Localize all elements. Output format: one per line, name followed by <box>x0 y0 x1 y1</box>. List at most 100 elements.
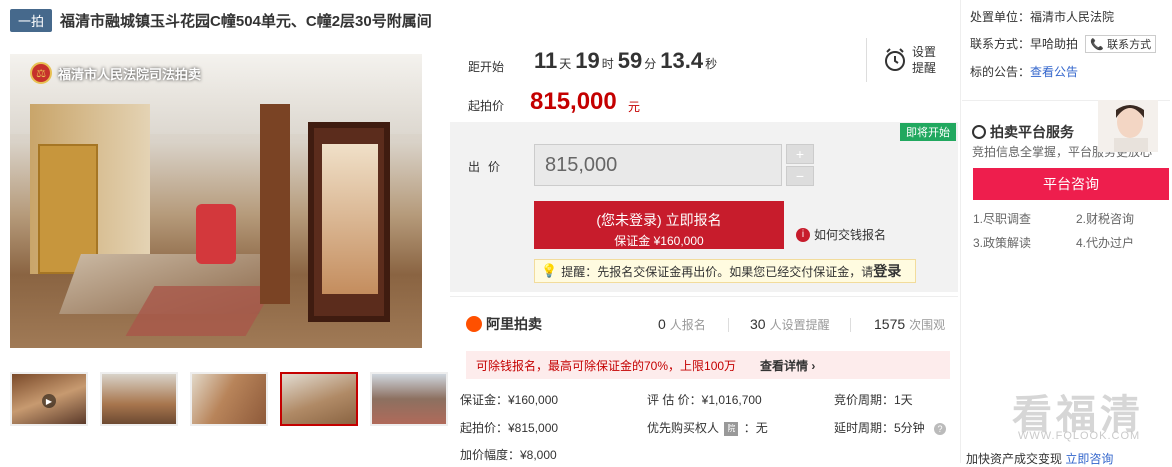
disposal-org-value: 福清市人民法院 <box>1030 10 1115 24</box>
countdown-hours-unit: 时 <box>601 57 614 71</box>
reminder-count-label: 人设置提醒 <box>769 318 830 332</box>
coming-soon-badge: 即将开始 <box>900 123 956 141</box>
service-item-policy[interactable]: 3.政策解读 <box>973 234 1031 251</box>
court-watermark-text: 福清市人民法院司法拍卖 <box>58 66 202 82</box>
delay-cycle-field: 延时周期：5分钟 ? <box>834 419 947 436</box>
thumbnail-strip: ▶ <box>10 372 460 426</box>
service-title-text: 拍卖平台服务 <box>990 124 1074 140</box>
loan-text: 可除钱报名，最高可除保证金的70%，上限100万 <box>476 358 737 373</box>
court-emblem-icon: ⚖ <box>30 62 52 84</box>
platform-consult-button[interactable]: 平台咨询 <box>973 168 1169 200</box>
divider <box>728 318 729 332</box>
increment-field: 加价幅度：¥8,000 <box>460 448 557 462</box>
thumbnail-3[interactable] <box>190 372 268 426</box>
signup-button[interactable]: (您未登录) 立即报名 保证金 ¥160,000 <box>534 201 784 249</box>
bid-label: 出价 <box>468 160 509 174</box>
lightbulb-icon: 💡 <box>541 263 558 278</box>
signup-count-label: 人报名 <box>669 318 706 332</box>
brand-name: 阿里拍卖 <box>486 316 542 332</box>
loan-banner: 可除钱报名，最高可除保证金的70%，上限100万 查看详情 › <box>466 351 950 379</box>
bid-amount-input[interactable] <box>534 144 782 186</box>
thumbnail-2[interactable] <box>100 372 178 426</box>
view-count: 1575 次围观 <box>874 316 945 333</box>
view-count-label: 次围观 <box>909 318 946 332</box>
service-item-due-diligence[interactable]: 1.尽职调查 <box>973 210 1031 227</box>
countdown-label: 距开始 <box>468 60 505 74</box>
countdown-seconds-unit: 秒 <box>705 57 718 71</box>
consult-now-link[interactable]: 立即咨询 <box>1065 452 1113 466</box>
countdown: 11 天 19 时 59 分 13.4 秒 <box>534 48 721 74</box>
court-seal-icon: 院 <box>724 421 739 436</box>
start-price-value: 815,000 <box>530 88 617 115</box>
disposal-org-label: 处置单位： <box>970 10 1031 24</box>
service-item-transfer[interactable]: 4.代办过户 <box>1076 234 1134 251</box>
countdown-seconds: 13.4 <box>660 48 704 73</box>
delay-cycle-text: 延时周期：5分钟 <box>834 421 925 435</box>
start-price-label: 起拍价 <box>468 99 505 113</box>
how-to-pay-link[interactable]: i 如何交钱报名 <box>796 226 886 243</box>
photo-pillar <box>260 104 290 304</box>
photo-chair <box>196 204 236 264</box>
countdown-minutes-unit: 分 <box>644 57 657 71</box>
help-icon[interactable]: ? <box>934 422 947 435</box>
priority-buyer-label: 优先购买权人 <box>647 421 720 435</box>
signup-deposit-label: 保证金 ¥160,000 <box>614 233 704 248</box>
countdown-days-unit: 天 <box>559 57 572 71</box>
service-item-tax[interactable]: 2.财税咨询 <box>1076 210 1134 227</box>
divider <box>450 296 958 297</box>
view-notice-link[interactable]: 查看公告 <box>1030 65 1078 79</box>
start-price-field: 起拍价：¥815,000 <box>460 421 559 435</box>
service-title: 拍卖平台服务 <box>972 122 1074 142</box>
login-tip-bar: 💡 提醒：先报名交保证金再出价。如果您已经交付保证金，请 登录 <box>534 259 916 283</box>
contact-button[interactable]: 📞 联系方式 <box>1085 35 1157 53</box>
tip-text: 提醒：先报名交保证金再出价。如果您已经交付保证金，请 <box>561 264 874 279</box>
alibaba-auction-logo: 阿里拍卖 <box>466 314 542 334</box>
how-to-pay-text: 如何交钱报名 <box>814 228 887 242</box>
reminder-count: 30 人设置提醒 <box>750 316 830 333</box>
signup-count: 0 人报名 <box>658 316 706 333</box>
main-property-photo[interactable] <box>10 54 422 348</box>
decrease-bid-button[interactable]: − <box>786 166 814 186</box>
disposal-org: 处置单位：福清市人民法院 <box>970 8 1114 25</box>
auction-round-tag: 一拍 <box>10 8 53 32</box>
court-watermark: ⚖ 福清市人民法院司法拍卖 <box>30 62 201 84</box>
thumbnail-1[interactable]: ▶ <box>10 372 88 426</box>
sidebar-divider <box>960 0 961 463</box>
alibaba-logo-icon <box>466 316 482 332</box>
info-icon: i <box>796 227 810 242</box>
alarm-clock-icon[interactable] <box>884 48 906 72</box>
view-count-value: 1575 <box>874 316 906 332</box>
signup-count-value: 0 <box>658 316 666 332</box>
service-icon <box>972 125 986 139</box>
signup-main-label: (您未登录) 立即报名 <box>596 211 722 228</box>
countdown-days: 11 <box>534 48 558 73</box>
notice-row: 标的公告：查看公告 <box>970 63 1078 80</box>
thumbnail-4-active[interactable] <box>280 372 358 426</box>
contact-label: 联系方式： <box>970 37 1031 51</box>
appraisal-field: 评 估 价：¥1,016,700 <box>647 393 762 407</box>
thumbnail-5[interactable] <box>370 372 448 426</box>
priority-buyer-field: 优先购买权人 院 ：无 <box>647 419 768 436</box>
divider <box>850 318 851 332</box>
priority-buyer-value: ：无 <box>743 421 768 435</box>
play-icon: ▶ <box>42 394 56 408</box>
divider <box>866 38 867 82</box>
title-row: 一拍 福清市融城镇玉斗花园C幢504单元、C幢2层30号附属间 <box>10 8 432 32</box>
start-price-unit: 元 <box>628 100 641 114</box>
site-watermark-url: WWW.FQLOOK.COM <box>1018 430 1141 442</box>
bid-cycle-field: 竞价周期：1天 <box>834 393 913 407</box>
login-link[interactable]: 登录 <box>873 261 901 281</box>
photo-room-inside <box>322 144 378 294</box>
contact-info: 联系方式：早哈助拍 📞 联系方式 <box>970 35 1157 53</box>
countdown-minutes: 59 <box>617 48 643 73</box>
countdown-hours: 19 <box>575 48 600 73</box>
reminder-count-value: 30 <box>750 316 766 332</box>
loan-details-link[interactable]: 查看详情 › <box>760 357 815 374</box>
asset-consult-row: 加快资产成交变现 立即咨询 <box>966 450 1113 467</box>
deposit-field: 保证金：¥160,000 <box>460 393 559 407</box>
page-title: 福清市融城镇玉斗花园C幢504单元、C幢2层30号附属间 <box>60 12 432 30</box>
set-reminder-button[interactable]: 设置提醒 <box>912 44 942 76</box>
asset-consult-text: 加快资产成交变现 <box>966 452 1063 466</box>
increase-bid-button[interactable]: + <box>786 144 814 164</box>
notice-label: 标的公告： <box>970 65 1031 79</box>
